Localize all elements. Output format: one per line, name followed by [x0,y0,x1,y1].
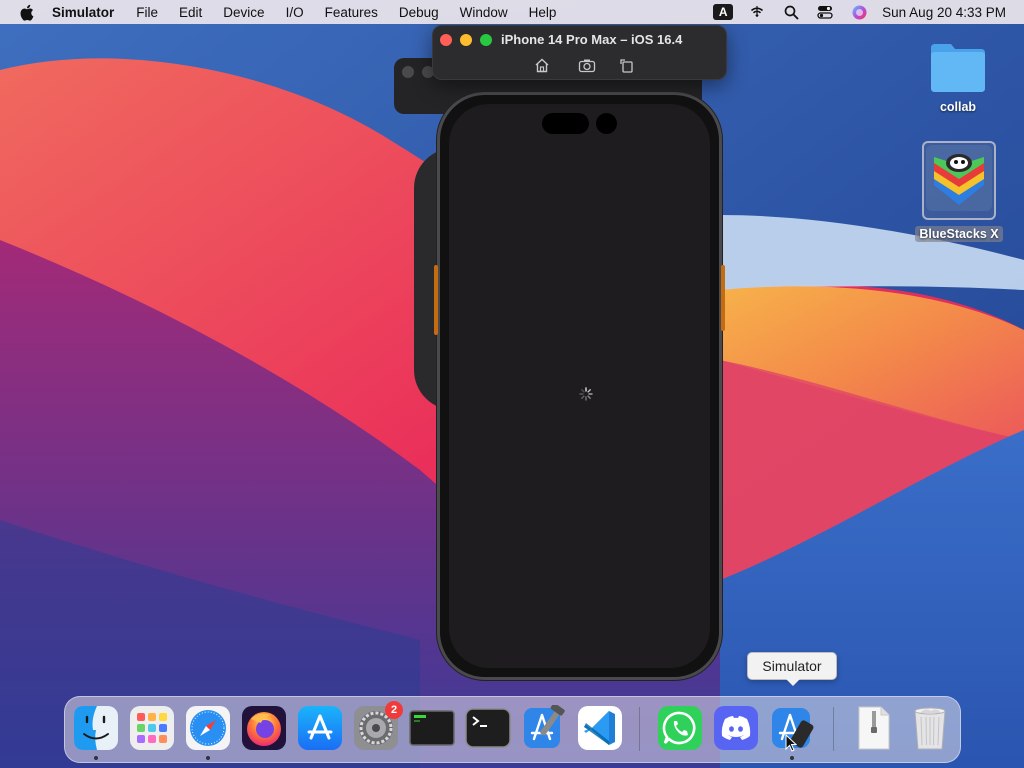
selection-frame [922,141,996,220]
dock-item-xcode[interactable] [521,703,567,751]
device-screen[interactable] [449,104,710,668]
bluestacks-icon [926,145,992,211]
spotlight-search-icon[interactable] [774,0,808,24]
zoom-button[interactable] [480,34,492,46]
screenshot-button[interactable] [576,55,598,75]
dock-item-whatsapp[interactable] [657,705,703,751]
firefox-icon [242,706,286,750]
menu-io[interactable]: I/O [286,5,304,20]
menu-window[interactable]: Window [460,5,508,20]
simulator-window-toolbar: iPhone 14 Pro Max – iOS 16.4 [432,25,727,80]
dynamic-island [542,113,589,134]
dock-item-launchpad[interactable] [129,705,175,751]
discord-icon [714,706,758,750]
dock-item-finder[interactable] [73,705,119,751]
menu-device[interactable]: Device [223,5,264,20]
screenshot-icon [578,59,596,72]
rotate-button[interactable] [616,55,638,75]
launchpad-icon [130,706,174,750]
iphone-device-frame [434,92,725,680]
folder-icon [931,44,985,92]
menu-help[interactable]: Help [529,5,557,20]
menubar-clock[interactable]: Sun Aug 20 4:33 PM [882,5,1006,20]
dock-item-archive-file[interactable] [851,705,897,751]
menu-bar: Simulator File Edit Device I/O Features … [0,0,1024,24]
menu-file[interactable]: File [136,5,158,20]
mouse-pointer-icon [785,734,797,752]
desktop-item-collab[interactable]: collab [924,38,992,114]
vscode-icon [578,706,622,750]
running-indicator [790,756,794,760]
home-icon [535,58,549,72]
side-button [434,265,438,335]
menu-app-name[interactable]: Simulator [52,5,114,20]
home-button[interactable] [531,55,553,75]
desktop-item-label: collab [939,100,977,114]
front-camera [596,113,617,134]
dock-item-script-editor[interactable] [409,705,455,751]
dock-item-vscode[interactable] [577,705,623,751]
finder-icon [74,706,118,750]
dock-separator [833,707,834,751]
terminal-icon [465,708,511,748]
input-source-menu[interactable]: A [706,0,740,24]
window-control [402,66,414,78]
notification-badge: 2 [385,701,403,719]
xcode-icon [524,703,565,748]
close-button[interactable] [440,34,452,46]
dock-tooltip: Simulator [747,652,837,686]
input-source-badge: A [713,4,734,20]
desktop-item-label: BlueStacks X [915,226,1003,242]
siri-icon[interactable] [842,0,876,24]
running-indicator [94,756,98,760]
simulator-window-title: iPhone 14 Pro Max – iOS 16.4 [501,32,683,47]
control-center-icon[interactable] [808,0,842,24]
dock-item-app-store[interactable] [297,705,343,751]
menu-debug[interactable]: Debug [399,5,439,20]
dock-separator [639,707,640,751]
dock-item-terminal[interactable] [465,705,511,751]
dock: 2 [64,696,961,763]
menu-edit[interactable]: Edit [179,5,202,20]
dock-item-safari[interactable] [185,705,231,751]
dock-item-system-settings[interactable]: 2 [353,701,403,751]
archive-file-icon [858,706,890,750]
dock-item-discord[interactable] [713,705,759,751]
trash-icon [914,707,946,750]
wifi-icon[interactable] [740,0,774,24]
rotate-icon [620,58,633,73]
script-editor-icon [409,710,455,746]
running-indicator [206,756,210,760]
apple-menu-icon[interactable] [0,4,52,21]
dock-item-trash[interactable] [907,705,953,751]
menu-features[interactable]: Features [325,5,378,20]
app-store-icon [298,706,342,750]
loading-spinner-icon [579,387,593,401]
whatsapp-icon [658,706,702,750]
side-button [721,265,725,331]
safari-icon [186,706,230,750]
desktop-item-bluestacks[interactable]: BlueStacks X [914,141,1004,242]
dock-item-firefox[interactable] [241,705,287,751]
minimize-button[interactable] [460,34,472,46]
